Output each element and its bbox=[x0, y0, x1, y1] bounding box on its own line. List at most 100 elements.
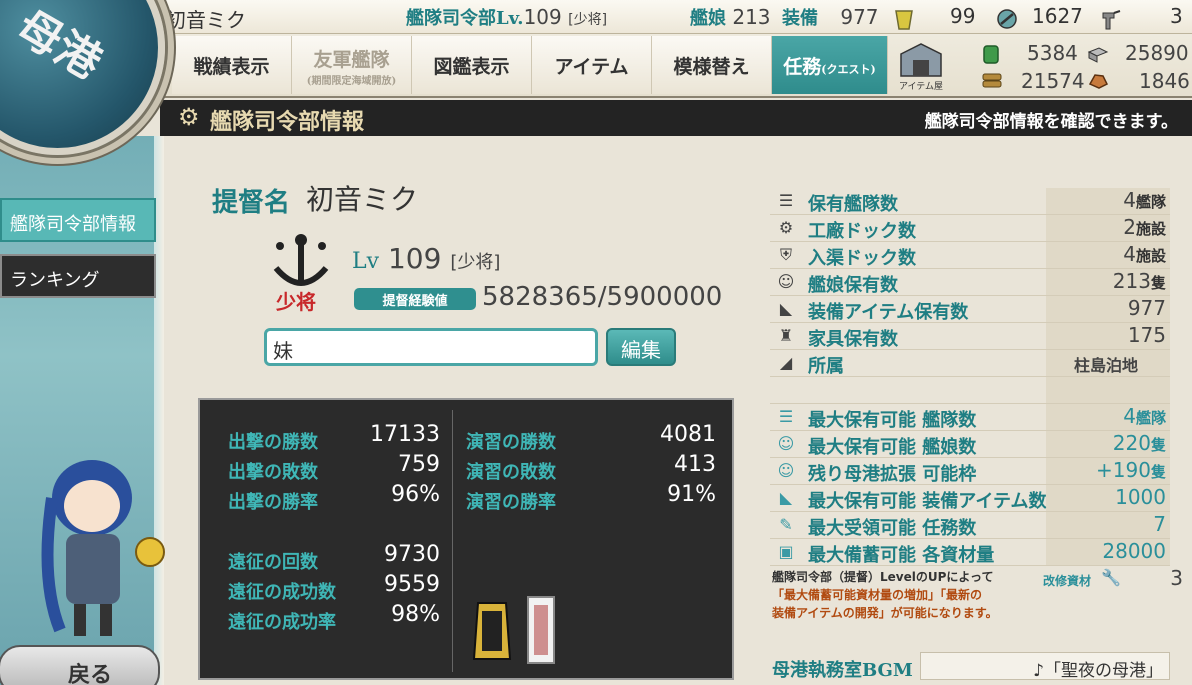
info-row-fleets: ☰ 保有艦隊数 4艦隊 bbox=[770, 188, 1170, 215]
gear-icon: ⚙ bbox=[178, 103, 200, 131]
sortie-wins: 17133 bbox=[370, 422, 440, 447]
fleet-icon: ☰ bbox=[778, 191, 794, 210]
devmat-icon bbox=[997, 9, 1017, 29]
port-icon: ◢ bbox=[779, 353, 793, 372]
sortie-wins-label: 出撃の勝数 bbox=[228, 432, 318, 453]
info-row-blank bbox=[770, 377, 1170, 404]
record-button[interactable]: 戦績表示 bbox=[172, 36, 292, 94]
back-button[interactable]: 戻る bbox=[0, 645, 160, 685]
info-row-max-ships: ☺ 最大保有可能 艦娘数 220隻 bbox=[770, 431, 1170, 458]
shipgirl-icon: ☺ bbox=[777, 434, 795, 453]
upgrade-material: 改修資材 🔧 3 bbox=[1043, 566, 1183, 590]
info-row-affiliation: ◢ 所属 柱島泊地 bbox=[770, 350, 1170, 377]
book-icon: ▣ bbox=[778, 542, 794, 561]
info-row-furniture: ♜ 家具保有数 175 bbox=[770, 323, 1170, 350]
steel-count: 25890 bbox=[1125, 41, 1189, 65]
quest-button[interactable]: 任務(クエスト) bbox=[772, 36, 888, 94]
wrench-icon: 🔧 bbox=[1101, 568, 1121, 587]
info-row-expand: ☺ 残り母港拡張 可能枠 +190隻 bbox=[770, 458, 1170, 485]
bucket-icon bbox=[895, 10, 913, 30]
steel-icon bbox=[1087, 47, 1109, 63]
comment-input[interactable]: 妹 bbox=[264, 328, 598, 366]
screw-icon bbox=[1102, 10, 1121, 30]
equip-count: 装備 977 bbox=[782, 5, 879, 29]
bauxite-icon bbox=[1088, 74, 1109, 89]
fleet-icon: ☰ bbox=[778, 407, 794, 426]
top-bar: 初音ミク 艦隊司令部Lv.109 [少将] 艦娘 213 装備 977 99 1… bbox=[0, 0, 1192, 98]
sortie-losses: 759 bbox=[398, 452, 440, 477]
ammo-count: 21574 bbox=[1021, 69, 1085, 93]
expedition-success-label: 遠征の成功数 bbox=[228, 582, 336, 603]
rank-badge-text: 少将 bbox=[276, 290, 316, 314]
expedition-count: 9730 bbox=[384, 542, 440, 567]
sidebar-item-hq-info[interactable]: 艦隊司令部情報 bbox=[0, 198, 156, 242]
pvp-wins: 4081 bbox=[660, 422, 716, 447]
main-menu: 戦績表示 友軍艦隊 (期間限定海域開放) 図鑑表示 アイテム 模様替え 任務(ク… bbox=[172, 36, 892, 94]
port-emblem-text: 母港 bbox=[7, 0, 110, 89]
bauxite-count: 1846 bbox=[1139, 69, 1190, 93]
admiral-name: 初音ミク bbox=[306, 183, 419, 216]
expedition-rate: 98% bbox=[391, 602, 440, 627]
gear-icon: ⚙ bbox=[778, 218, 794, 237]
player-name: 初音ミク bbox=[166, 8, 246, 32]
page-title: 艦隊司令部情報 bbox=[210, 109, 365, 135]
port-emblem[interactable]: 母港 bbox=[0, 0, 165, 155]
album-button[interactable]: 図鑑表示 bbox=[412, 36, 532, 94]
item-button[interactable]: アイテム bbox=[532, 36, 652, 94]
fuel-count: 5384 bbox=[1027, 41, 1078, 65]
quill-icon: ✎ bbox=[779, 515, 793, 534]
hq-level: 艦隊司令部Lv.109 [少将] bbox=[406, 5, 608, 29]
info-row-max-equip: ◣ 最大保有可能 装備アイテム数 1000 bbox=[770, 485, 1170, 512]
fuel-icon bbox=[983, 45, 999, 64]
friend-fleet-button[interactable]: 友軍艦隊 (期間限定海域開放) bbox=[292, 36, 412, 94]
exp-badge: 提督経験値 bbox=[354, 288, 476, 310]
screw-count: 3 bbox=[1170, 4, 1183, 28]
ships-count: 艦娘 213 bbox=[690, 5, 771, 29]
remodel-button[interactable]: 模様替え bbox=[652, 36, 772, 94]
shipgirl-icon: ☺ bbox=[777, 461, 795, 480]
section-header: ⚙ 艦隊司令部情報 艦隊司令部情報を確認できます。 bbox=[160, 100, 1192, 136]
chair-icon: ♜ bbox=[778, 326, 794, 345]
admiral-label: 提督名 bbox=[212, 188, 291, 218]
info-row-max-resource: ▣ 最大備蓄可能 各資材量 28000 bbox=[770, 539, 1170, 566]
pvp-wins-label: 演習の勝数 bbox=[466, 432, 556, 453]
bucket-count: 99 bbox=[950, 4, 976, 28]
info-row-arsenal: ⚙ 工廠ドック数 2施設 bbox=[770, 215, 1170, 242]
battle-stats-panel: 出撃の勝数 17133 出撃の敗数 759 出撃の勝率 96% 演習の勝数 40… bbox=[198, 398, 734, 680]
equipment-icon: ◣ bbox=[779, 488, 793, 507]
medal-gold-icon bbox=[472, 602, 512, 660]
page-description: 艦隊司令部情報を確認できます。 bbox=[924, 112, 1178, 132]
pvp-losses: 413 bbox=[674, 452, 716, 477]
edit-button[interactable]: 編集 bbox=[606, 328, 676, 366]
sortie-rate: 96% bbox=[391, 482, 440, 507]
mascot-character bbox=[41, 460, 165, 636]
info-row-max-quest: ✎ 最大受領可能 任務数 7 bbox=[770, 512, 1170, 539]
shop-icon bbox=[900, 43, 942, 77]
ammo-icon bbox=[982, 73, 1002, 88]
pvp-losses-label: 演習の敗数 bbox=[466, 462, 556, 483]
shop-button[interactable]: アイテム屋 bbox=[895, 40, 947, 92]
expedition-success: 9559 bbox=[384, 572, 440, 597]
resources-panel: 5384 25890 21574 1846 bbox=[975, 38, 1192, 96]
pvp-rate-label: 演習の勝率 bbox=[466, 492, 556, 513]
rank-badge: 少将 bbox=[266, 228, 336, 318]
info-row-equip: ◣ 装備アイテム保有数 977 bbox=[770, 296, 1170, 323]
shield-icon: ⛨ bbox=[779, 245, 792, 264]
bgm-selector[interactable]: 母港執務室BGM ♪「聖夜の母港」 bbox=[770, 652, 1190, 682]
admiral-exp: 5828365/5900000 bbox=[482, 282, 723, 312]
info-row-ships: ☺ 艦娘保有数 213隻 bbox=[770, 269, 1170, 296]
level-up-note: 艦隊司令部（提督）LevelのUPによって 「最大備蓄可能資材量の増加」「最新の… bbox=[772, 570, 998, 620]
main-content: 提督名 初音ミク 少将 Lv 109 [少将] 提督経験値 5828365/59… bbox=[170, 140, 1192, 685]
devmat-count: 1627 bbox=[1032, 4, 1083, 28]
sortie-losses-label: 出撃の敗数 bbox=[228, 462, 318, 483]
medal-white-icon bbox=[527, 596, 555, 664]
bgm-track[interactable]: ♪「聖夜の母港」 bbox=[920, 652, 1170, 681]
equipment-icon: ◣ bbox=[779, 299, 793, 318]
stats-divider bbox=[452, 410, 453, 672]
info-row-max-fleets: ☰ 最大保有可能 艦隊数 4艦隊 bbox=[770, 404, 1170, 431]
sortie-rate-label: 出撃の勝率 bbox=[228, 492, 318, 513]
sidebar-item-ranking[interactable]: ランキング bbox=[0, 254, 156, 298]
expedition-count-label: 遠征の回数 bbox=[228, 552, 318, 573]
status-row: 初音ミク 艦隊司令部Lv.109 [少将] 艦娘 213 装備 977 99 1… bbox=[160, 0, 1192, 34]
expedition-rate-label: 遠征の成功率 bbox=[228, 612, 336, 633]
